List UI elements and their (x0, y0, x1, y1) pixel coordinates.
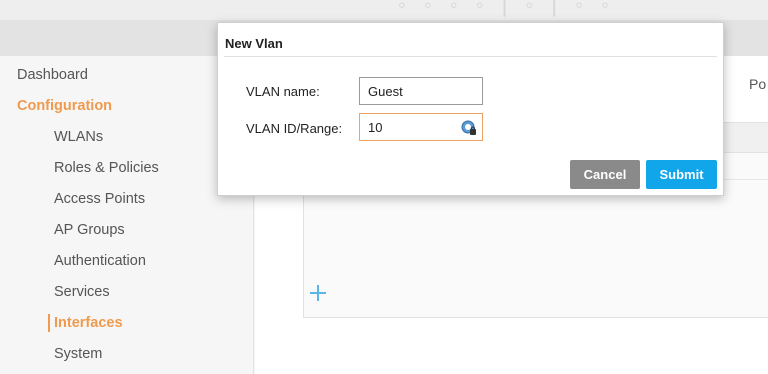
sidebar-item-configuration[interactable]: Configuration (17, 98, 112, 114)
dialog-title: New Vlan (225, 36, 283, 51)
vlan-name-label: VLAN name: (246, 84, 320, 99)
vlan-name-input[interactable] (359, 77, 483, 105)
sidebar: Dashboard Configuration WLANs Roles & Po… (0, 56, 254, 374)
cancel-button[interactable]: Cancel (570, 160, 640, 189)
tab-ports[interactable]: Po (749, 76, 766, 92)
sidebar-item-services[interactable]: Services (54, 284, 110, 300)
password-manager-icon[interactable] (461, 120, 477, 136)
new-vlan-dialog: New Vlan VLAN name: VLAN ID/Range: Cance… (217, 22, 724, 196)
sidebar-item-roles-policies[interactable]: Roles & Policies (54, 160, 159, 176)
sidebar-item-wlans[interactable]: WLANs (54, 129, 103, 145)
dialog-title-divider (224, 56, 717, 57)
sidebar-item-ap-groups[interactable]: AP Groups (54, 222, 125, 238)
top-header: ◦ ◦ ◦ ◦ | ◦ | ◦ ◦ (0, 0, 768, 20)
plus-icon[interactable] (309, 284, 327, 302)
sidebar-item-system[interactable]: System (54, 346, 102, 362)
active-item-marker (48, 314, 50, 332)
header-decoration: ◦ ◦ ◦ ◦ | ◦ | ◦ ◦ (398, 0, 615, 17)
sidebar-item-dashboard[interactable]: Dashboard (17, 67, 88, 83)
submit-button[interactable]: Submit (646, 160, 717, 189)
vlan-id-label: VLAN ID/Range: (246, 121, 343, 136)
sidebar-item-access-points[interactable]: Access Points (54, 191, 145, 207)
sidebar-item-authentication[interactable]: Authentication (54, 253, 146, 269)
sidebar-item-interfaces[interactable]: Interfaces (54, 315, 123, 331)
